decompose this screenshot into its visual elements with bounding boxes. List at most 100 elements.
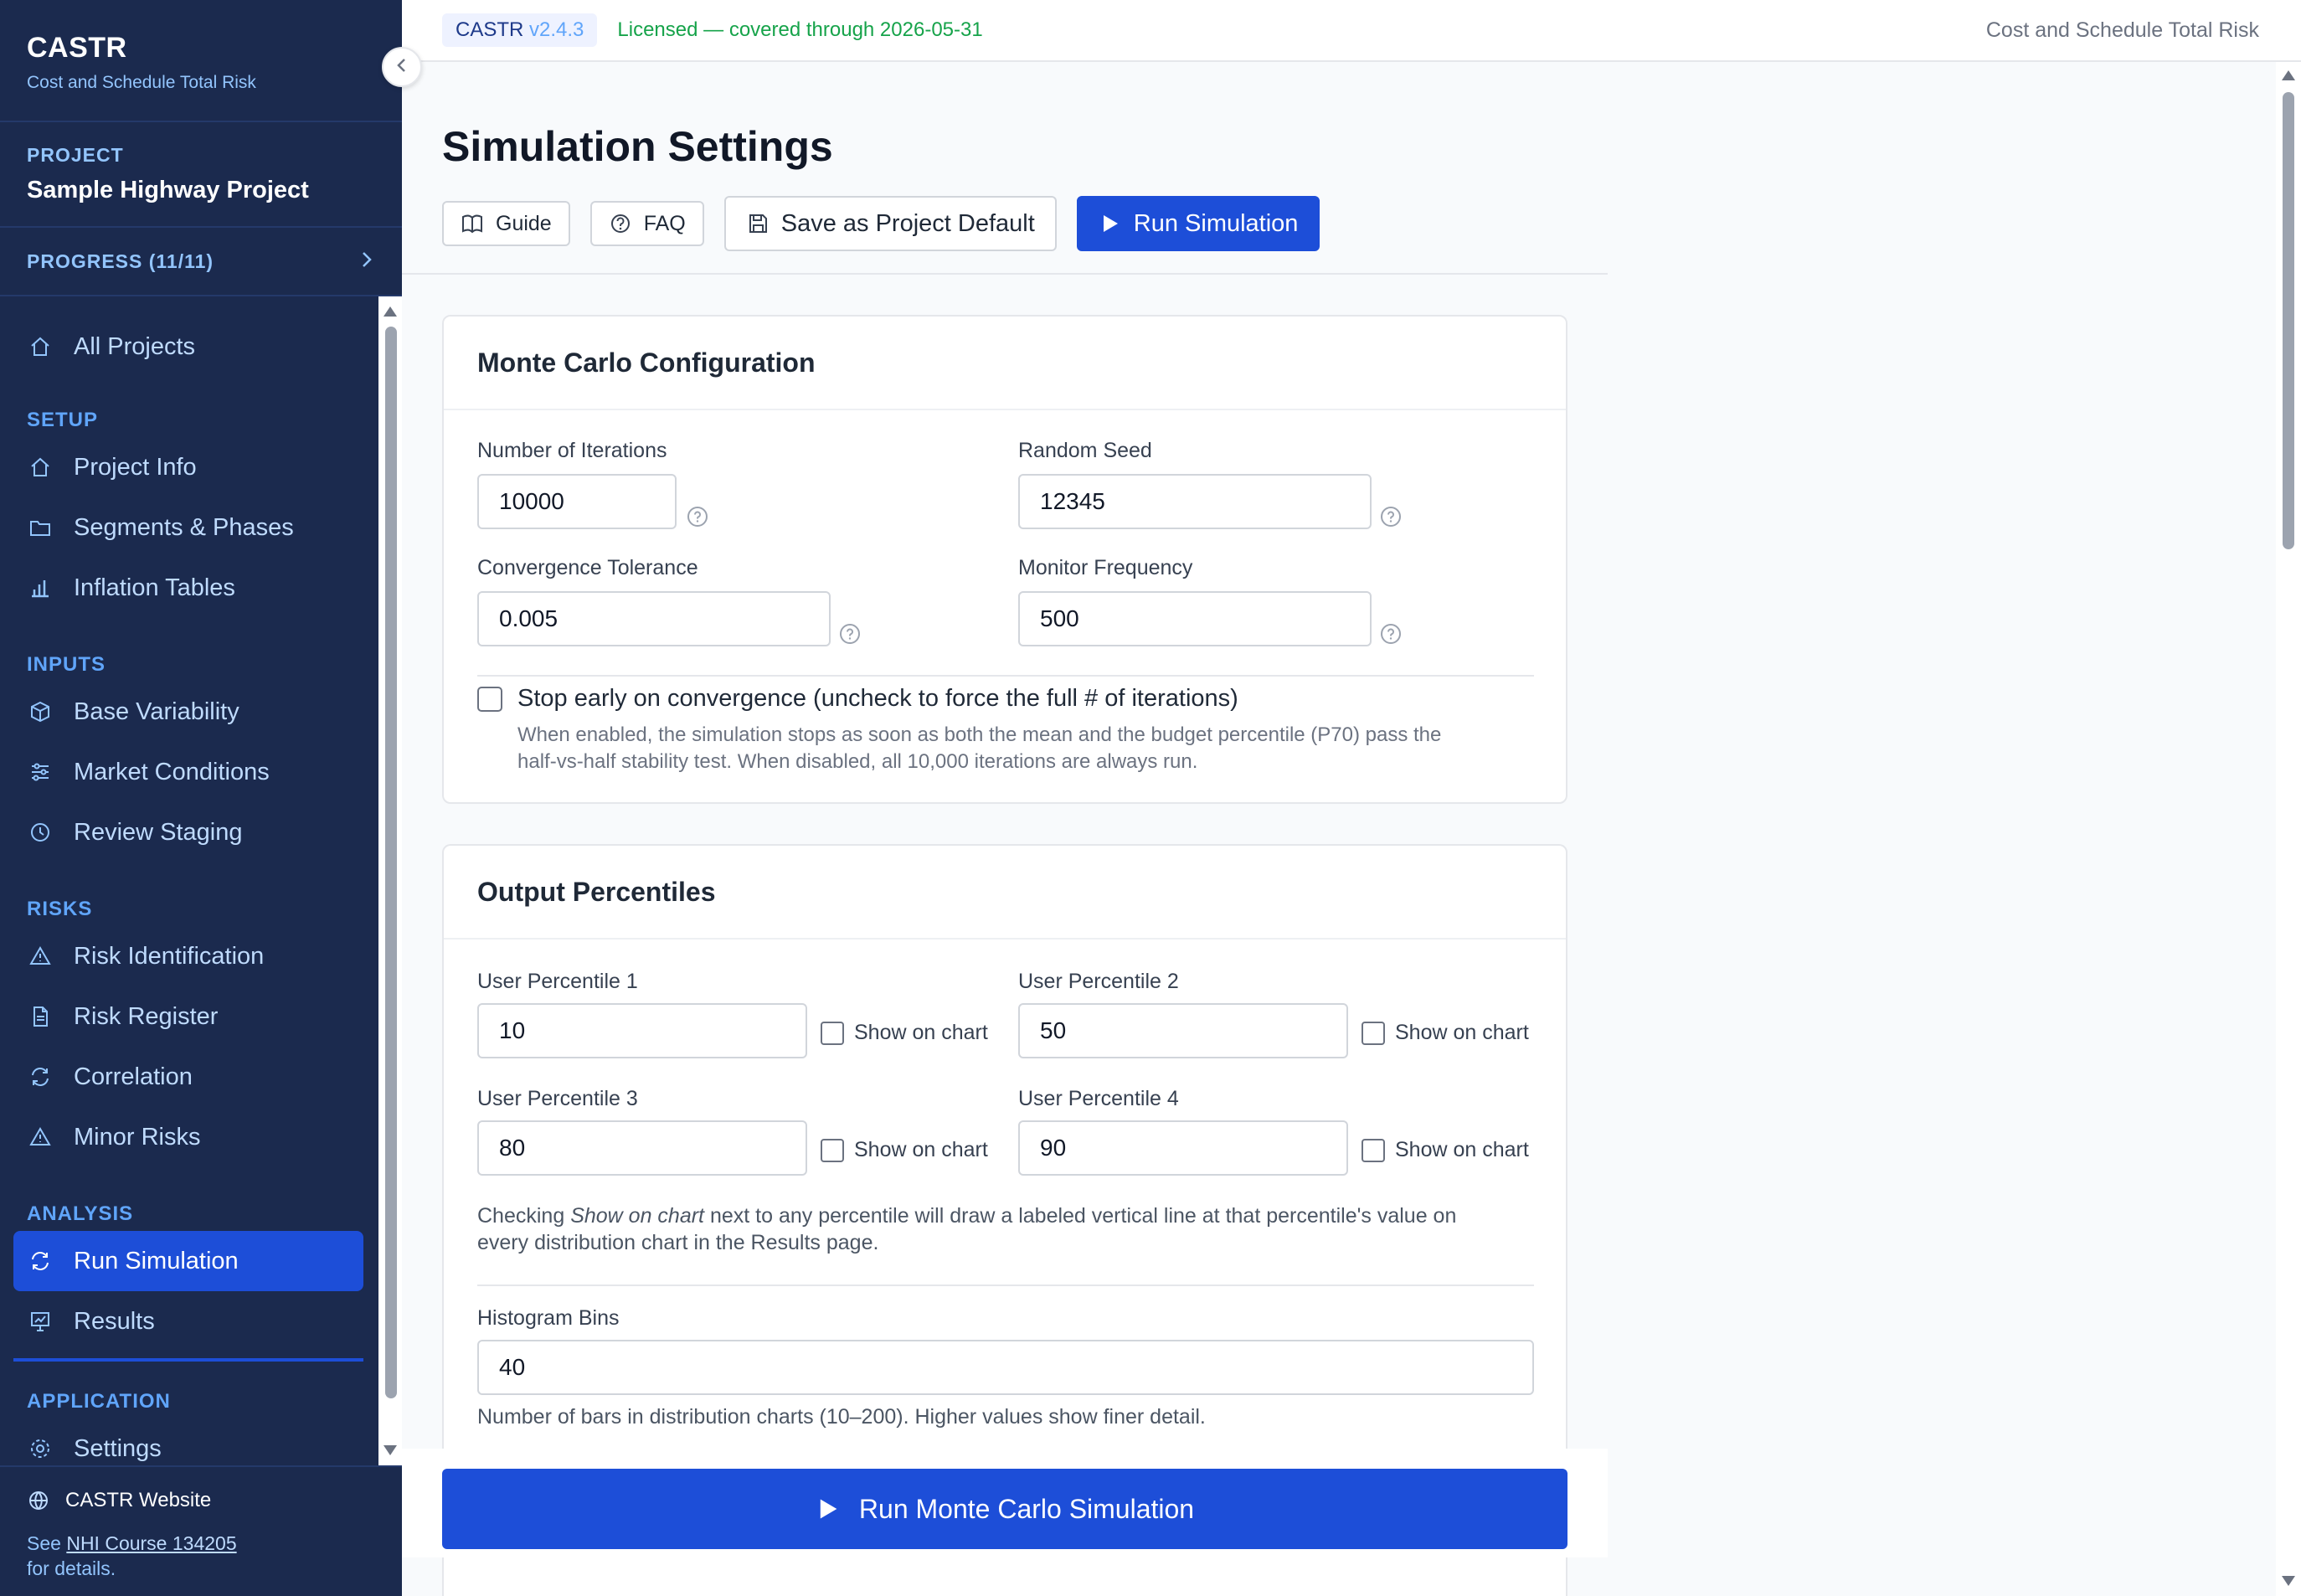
sidebar-item-base-variability[interactable]: Base Variability (13, 682, 363, 742)
sidebar-item-run-simulation[interactable]: Run Simulation (13, 1231, 363, 1291)
help-icon[interactable] (1380, 506, 1402, 528)
hint-prefix: Checking (477, 1204, 565, 1228)
sidebar-item-label: Project Info (74, 453, 197, 481)
chevron-right-icon (358, 250, 375, 274)
sidebar-collapse-button[interactable] (382, 47, 422, 87)
nhi-course-link[interactable]: NHI Course 134205 (66, 1532, 236, 1554)
sidebar-item-minor-risks[interactable]: Minor Risks (13, 1107, 363, 1167)
scroll-up-icon[interactable] (2282, 70, 2295, 80)
project-box: PROJECT Sample Highway Project (0, 122, 402, 228)
footer-note-prefix: See (27, 1532, 61, 1554)
divider (477, 1285, 1534, 1286)
sidebar-item-label: Inflation Tables (74, 574, 235, 601)
clock-icon (27, 819, 54, 846)
sidebar-item-label: Risk Register (74, 1002, 219, 1030)
percentile-3-show-checkbox[interactable] (821, 1139, 844, 1162)
stop-early-hint-1: When enabled, the simulation stops as so… (517, 723, 1442, 746)
percentile-2-show-checkbox[interactable] (1362, 1022, 1385, 1045)
cube-icon (27, 698, 54, 725)
brand: CASTR Cost and Schedule Total Risk (0, 0, 402, 122)
castr-website-label: CASTR Website (65, 1489, 212, 1511)
stop-early-hint-2: half-vs-half stability test. When disabl… (517, 750, 1198, 773)
help-icon[interactable] (839, 623, 861, 645)
sidebar-item-project-info[interactable]: Project Info (13, 437, 363, 497)
faq-button[interactable]: FAQ (589, 201, 704, 246)
seed-label: Random Seed (1018, 439, 1152, 462)
scroll-thumb[interactable] (385, 327, 397, 1398)
app-name: CASTR (27, 32, 127, 64)
book-icon (461, 212, 484, 235)
percentile-4-input[interactable]: 90 (1018, 1120, 1348, 1176)
show-on-chart-hint-1: Checking Show on chart next to any perce… (477, 1202, 1456, 1229)
sidebar-item-label: Market Conditions (74, 758, 270, 785)
monte-carlo-card: Monte Carlo Configuration Number of Iter… (442, 315, 1567, 804)
run-simulation-button[interactable]: Run Simulation (1076, 196, 1320, 251)
sidebar-item-all-projects[interactable]: All Projects (13, 317, 363, 377)
warning-icon (27, 1124, 54, 1151)
show-on-chart-hint-2: every distribution chart in the Results … (477, 1231, 879, 1254)
sidebar-item-risk-register[interactable]: Risk Register (13, 986, 363, 1047)
show-on-chart-label: Show on chart (854, 1138, 988, 1161)
output-percentiles-title: Output Percentiles (444, 846, 1566, 940)
document-icon (27, 1003, 54, 1030)
percentile-4-show-checkbox[interactable] (1362, 1139, 1385, 1162)
bar-chart-icon (27, 574, 54, 601)
sidebar-item-market-conditions[interactable]: Market Conditions (13, 742, 363, 802)
stop-early-checkbox[interactable] (477, 687, 502, 712)
monitor-input[interactable]: 500 (1018, 591, 1372, 646)
sidebar-item-settings[interactable]: Settings (13, 1418, 363, 1465)
sidebar-item-review-staging[interactable]: Review Staging (13, 802, 363, 862)
run-monte-carlo-label: Run Monte Carlo Simulation (858, 1493, 1195, 1524)
scroll-up-icon[interactable] (384, 306, 397, 317)
seed-input[interactable]: 12345 (1018, 474, 1372, 529)
topbar: CASTR v2.4.3 Licensed — covered through … (402, 0, 2301, 62)
histogram-bins-input[interactable]: 40 (477, 1340, 1534, 1395)
show-on-chart-label: Show on chart (854, 1021, 988, 1044)
percentile-1-show-checkbox[interactable] (821, 1022, 844, 1045)
chevron-left-icon (394, 56, 409, 79)
license-status: Licensed — covered through 2026-05-31 (617, 18, 983, 41)
percentile-3-label: User Percentile 3 (477, 1087, 638, 1110)
run-monte-carlo-button[interactable]: Run Monte Carlo Simulation (442, 1469, 1567, 1549)
sidebar-item-results[interactable]: Results (13, 1291, 363, 1351)
sidebar-item-label: Settings (74, 1434, 162, 1462)
scroll-down-icon[interactable] (384, 1445, 397, 1455)
sidebar-item-correlation[interactable]: Correlation (13, 1047, 363, 1107)
sidebar-item-label: Base Variability (74, 698, 239, 725)
faq-label: FAQ (643, 211, 686, 235)
percentile-3-input[interactable]: 80 (477, 1120, 807, 1176)
scroll-down-icon[interactable] (2282, 1576, 2295, 1586)
percentile-2-label: User Percentile 2 (1018, 970, 1179, 993)
save-project-default-button[interactable]: Save as Project Default (723, 196, 1057, 251)
app-subtitle: Cost and Schedule Total Risk (27, 73, 256, 92)
main-scrollbar[interactable] (2276, 62, 2301, 1596)
sidebar-item-inflation-tables[interactable]: Inflation Tables (13, 558, 363, 618)
guide-button[interactable]: Guide (442, 201, 570, 246)
play-icon (1099, 212, 1122, 235)
show-on-chart-label: Show on chart (1395, 1138, 1529, 1161)
chart-board-icon (27, 1308, 54, 1335)
header-divider (402, 273, 1608, 275)
page-title: Simulation Settings (442, 123, 833, 170)
nav-section-setup: SETUP (27, 409, 99, 431)
tolerance-input[interactable]: 0.005 (477, 591, 831, 646)
refresh-icon (27, 1248, 54, 1274)
iterations-input[interactable]: 10000 (477, 474, 677, 529)
sidebar-scrollbar[interactable] (378, 296, 402, 1465)
folder-icon (27, 514, 54, 541)
sliders-icon (27, 759, 54, 785)
percentile-2-input[interactable]: 50 (1018, 1003, 1348, 1058)
sidebar-item-segments-phases[interactable]: Segments & Phases (13, 497, 363, 558)
percentile-1-input[interactable]: 10 (477, 1003, 807, 1058)
version-prefix: CASTR (456, 18, 524, 41)
nav-section-risks: RISKS (27, 898, 93, 920)
help-icon[interactable] (1380, 623, 1402, 645)
progress-toggle[interactable]: PROGRESS (11/11) (0, 228, 402, 296)
help-icon[interactable] (687, 506, 708, 528)
castr-website-link[interactable]: CASTR Website (27, 1489, 375, 1512)
sidebar-item-risk-identification[interactable]: Risk Identification (13, 926, 363, 986)
scroll-thumb[interactable] (2283, 92, 2294, 549)
hint-suffix: next to any percentile will draw a label… (709, 1204, 1457, 1228)
sidebar-nav: All Projects SETUP Project Info Segments… (0, 296, 377, 1465)
nav-section-application: APPLICATION (27, 1390, 171, 1413)
